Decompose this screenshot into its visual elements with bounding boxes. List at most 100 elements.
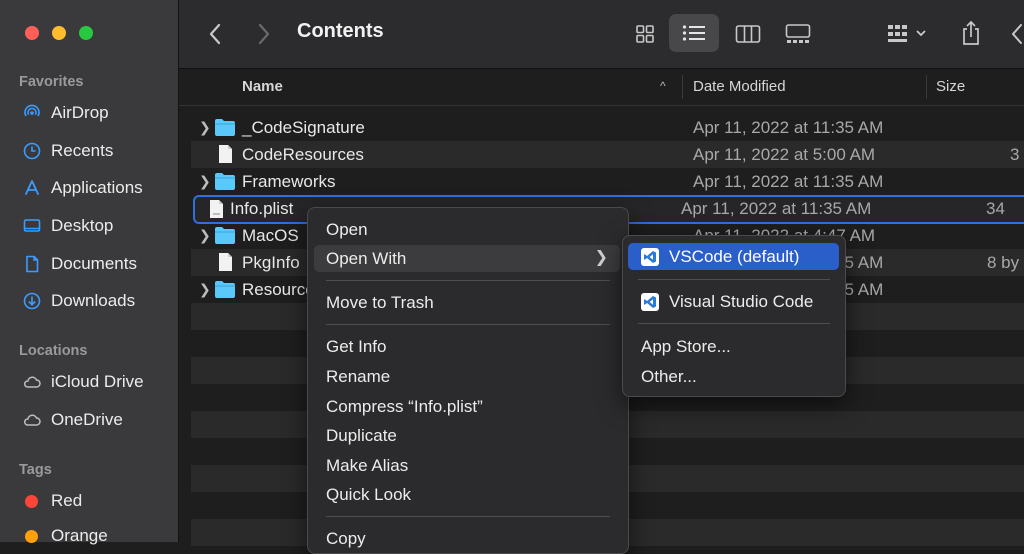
menu-item-compress[interactable]: Compress “Info.plist” — [314, 393, 620, 420]
clock-icon — [22, 141, 42, 161]
context-menu: Open Open With ❯ Move to Trash Get Info … — [307, 207, 629, 554]
sidebar-item-label: AirDrop — [51, 103, 109, 122]
folder-icon — [215, 227, 235, 244]
column-divider — [682, 75, 683, 99]
favorites-header: Favorites — [19, 74, 84, 90]
table-row[interactable]: ❯ _CodeSignature Apr 11, 2022 at 11:35 A… — [191, 114, 1024, 141]
file-date: Apr 11, 2022 at 11:35 AM — [693, 172, 884, 191]
menu-item-get-info[interactable]: Get Info — [314, 333, 620, 360]
submenu-item-vscode-default[interactable]: VSCode (default) — [628, 243, 839, 270]
sidebar-item-label: iCloud Drive — [51, 372, 144, 391]
menu-item-label: VSCode (default) — [669, 246, 800, 266]
sidebar-item-label: Orange — [51, 526, 108, 545]
sidebar-item-label: Red — [51, 491, 83, 510]
folder-icon — [215, 119, 235, 136]
icon-view-icon[interactable] — [629, 18, 661, 50]
locations-header: Locations — [19, 343, 88, 359]
download-icon — [22, 291, 42, 311]
cloud-icon — [22, 410, 42, 430]
disclosure-chevron-icon[interactable]: ❯ — [199, 119, 211, 136]
file-name: Info.plist — [230, 199, 294, 218]
menu-separator — [638, 323, 830, 324]
open-with-submenu: VSCode (default) Visual Studio Code App … — [622, 235, 846, 397]
table-row[interactable]: CodeResources Apr 11, 2022 at 5:00 AM 3 — [191, 141, 1024, 168]
menu-item-move-to-trash[interactable]: Move to Trash — [314, 289, 620, 316]
sidebar-item-label: Documents — [51, 254, 137, 273]
file-name: CodeResources — [242, 145, 364, 164]
submenu-item-other[interactable]: Other... — [628, 363, 839, 390]
menu-separator — [326, 324, 610, 325]
sidebar-item-recents[interactable]: Recents — [22, 137, 113, 165]
group-by-icon[interactable] — [882, 18, 934, 50]
document-file-icon — [219, 145, 232, 163]
sidebar-item-onedrive[interactable]: OneDrive — [22, 406, 123, 434]
sidebar-item-label: Downloads — [51, 291, 136, 310]
file-name: _CodeSignature — [242, 118, 365, 137]
menu-separator — [326, 516, 610, 517]
file-name: PkgInfo — [242, 253, 300, 272]
disclosure-chevron-icon[interactable]: ❯ — [199, 281, 211, 298]
menu-item-label: Visual Studio Code — [669, 291, 814, 311]
file-date: Apr 11, 2022 at 5:00 AM — [693, 145, 876, 164]
menu-separator — [326, 280, 610, 281]
column-view-icon[interactable] — [732, 18, 764, 50]
document-file-icon — [219, 253, 232, 271]
airdrop-icon — [22, 103, 42, 123]
column-divider — [926, 75, 927, 99]
share-icon[interactable] — [956, 16, 986, 50]
sidebar-item-documents[interactable]: Documents — [22, 250, 137, 278]
file-date: Apr 11, 2022 at 11:35 AM — [681, 199, 872, 218]
table-row[interactable]: ❯ Frameworks Apr 11, 2022 at 11:35 AM — [191, 168, 1024, 195]
menu-item-copy[interactable]: Copy — [314, 525, 620, 552]
sidebar-item-downloads[interactable]: Downloads — [22, 287, 135, 315]
vscode-icon — [641, 247, 659, 266]
menu-item-duplicate[interactable]: Duplicate — [314, 422, 620, 449]
back-arrow-icon[interactable] — [203, 20, 227, 48]
sidebar-item-desktop[interactable]: Desktop — [22, 212, 113, 240]
sidebar-item-icloud-drive[interactable]: iCloud Drive — [22, 368, 144, 396]
sidebar-item-label: Recents — [51, 141, 114, 160]
column-date-header[interactable]: Date Modified — [693, 78, 786, 95]
sort-ascending-icon[interactable]: ^ — [660, 79, 666, 93]
list-view-icon[interactable] — [669, 14, 719, 52]
close-window-button[interactable] — [25, 26, 39, 40]
gallery-view-icon[interactable] — [782, 18, 814, 50]
sidebar-item-tag-orange[interactable]: Orange — [22, 522, 108, 550]
plist-file-icon — [210, 200, 223, 218]
column-name-header[interactable]: Name — [242, 78, 283, 95]
submenu-item-app-store[interactable]: App Store... — [628, 333, 839, 360]
sidebar: Favorites AirDrop Recents Applications D… — [0, 0, 179, 545]
disclosure-chevron-icon[interactable]: ❯ — [199, 227, 211, 244]
vscode-icon — [641, 292, 659, 311]
tags-header: Tags — [19, 462, 52, 478]
orange-tag-dot-icon — [25, 529, 38, 543]
file-name: Frameworks — [242, 172, 336, 191]
menu-item-open[interactable]: Open — [314, 216, 620, 243]
submenu-item-visual-studio-code[interactable]: Visual Studio Code — [628, 288, 839, 315]
menu-item-quick-look[interactable]: Quick Look — [314, 481, 620, 508]
disclosure-chevron-icon[interactable]: ❯ — [199, 173, 211, 190]
more-chevron-icon[interactable] — [1007, 20, 1024, 48]
applications-icon — [22, 178, 42, 198]
sidebar-item-applications[interactable]: Applications — [22, 174, 143, 202]
document-icon — [22, 254, 42, 274]
file-size: 8 by — [987, 253, 1020, 272]
minimize-window-button[interactable] — [52, 26, 66, 40]
cloud-icon — [22, 372, 42, 392]
sidebar-item-label: Applications — [51, 178, 143, 197]
zoom-window-button[interactable] — [79, 26, 93, 40]
folder-icon — [215, 173, 235, 190]
forward-arrow-icon[interactable] — [252, 20, 276, 48]
menu-item-rename[interactable]: Rename — [314, 363, 620, 390]
column-header: Name ^ Date Modified Size — [179, 69, 1024, 106]
sidebar-item-airdrop[interactable]: AirDrop — [22, 99, 109, 127]
menu-item-open-with[interactable]: Open With ❯ — [314, 245, 620, 272]
desktop-icon — [22, 216, 42, 236]
column-size-header[interactable]: Size — [936, 78, 965, 95]
window-title: Contents — [297, 20, 384, 42]
file-size: 34 — [986, 199, 1005, 218]
sidebar-item-tag-red[interactable]: Red — [22, 487, 82, 515]
menu-item-make-alias[interactable]: Make Alias — [314, 452, 620, 479]
red-tag-dot-icon — [25, 494, 38, 508]
menu-separator — [638, 279, 830, 280]
